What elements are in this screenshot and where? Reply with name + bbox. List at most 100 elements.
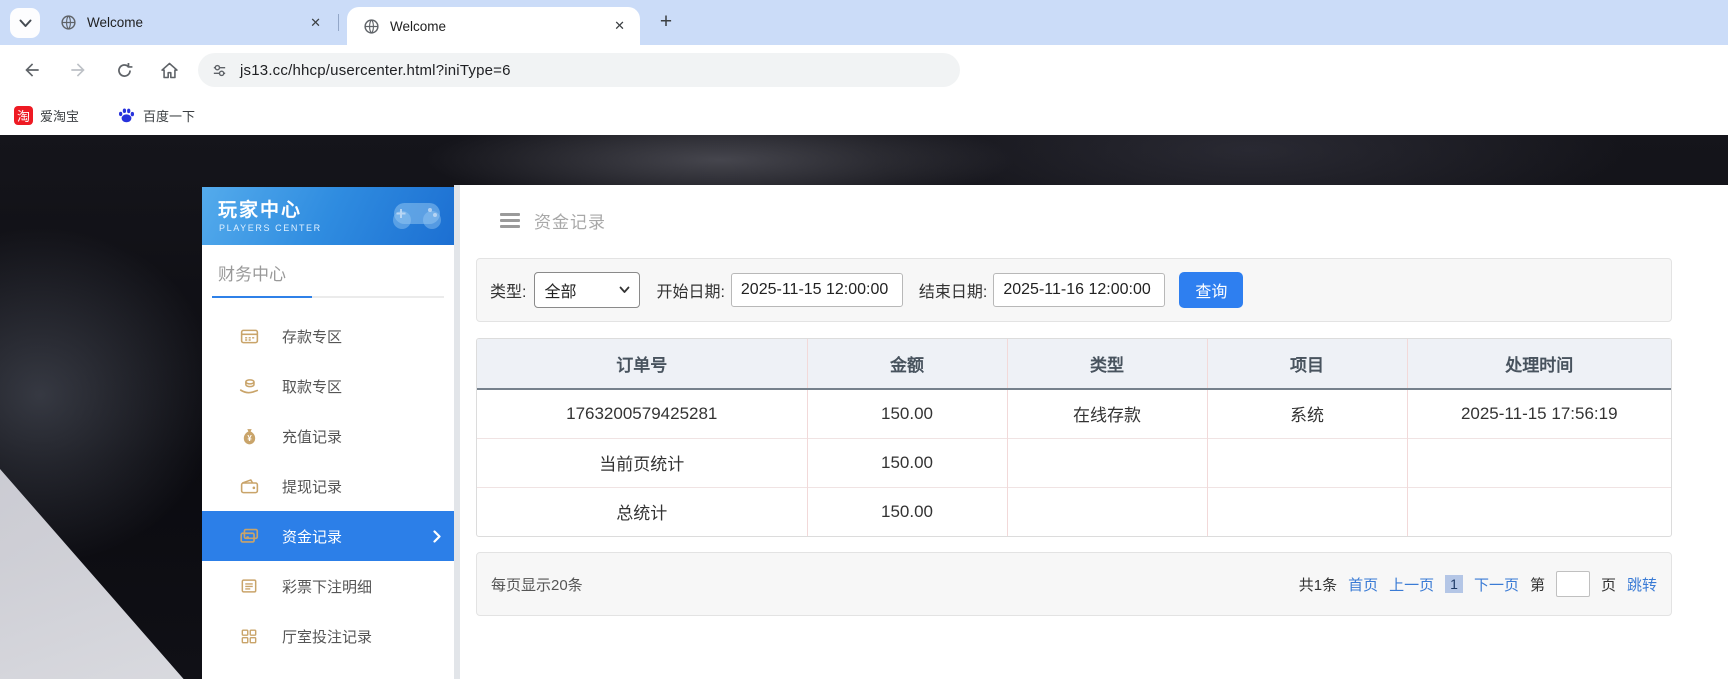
search-button[interactable]: 查询 [1179,272,1244,308]
chevron-down-icon [19,19,31,27]
cell-empty [1206,437,1407,487]
jump-label-pre: 第 [1529,576,1545,594]
current-page-number[interactable]: 1 [1445,575,1463,593]
total-count: 共1条 [1298,576,1338,594]
cell-order-no: 1763200579425281 [566,403,718,423]
end-date-label: 结束日期: [918,284,988,301]
cell-process-time: 2025-11-15 17:56:19 [1406,389,1671,438]
browser-toolbar: js13.cc/hhcp/usercenter.html?iniType=6 [0,45,1728,95]
cell-type: 在线存款 [1006,389,1207,438]
cell-empty [1006,437,1207,487]
chevron-down-icon [620,286,630,293]
sidebar-item-label: 存款专区 [282,328,343,346]
filter-panel: 类型: 全部 开始日期: 结束日期: 查询 [476,258,1672,322]
sidebar-item-recharge-records[interactable]: ¥ 充值记录 [202,411,454,461]
start-date-input[interactable] [730,273,903,307]
forward-icon[interactable] [66,58,90,82]
bookmark-label: 爱淘宝 [40,108,80,124]
pagination-bar: 每页显示20条 共1条 首页 上一页 1 下一页 第 页 跳转 [476,552,1672,616]
sidebar-item-deposit-zone[interactable]: 存款专区 [202,311,454,361]
page-number-input[interactable] [1555,571,1590,597]
start-date-label: 开始日期: [656,284,725,301]
sidebar-item-label: 彩票下注明细 [282,578,373,596]
next-page-link[interactable]: 下一页 [1474,574,1519,595]
baidu-paw-icon [117,106,136,125]
table-header-row: 订单号 金额 类型 项目 处理时间 [477,339,1671,390]
sidebar-item-withdraw-zone[interactable]: 取款专区 [202,361,454,411]
type-select[interactable]: 全部 [534,272,641,308]
pager-controls: 共1条 首页 上一页 1 下一页 第 页 跳转 [1299,571,1657,597]
bookmarks-bar: 淘 爱淘宝 百度一下 [0,95,1728,135]
first-page-link[interactable]: 首页 [1348,574,1378,595]
bet-list-icon [238,575,260,597]
bookmark-baidu[interactable]: 百度一下 [117,106,195,125]
tab-welcome-2-active[interactable]: Welcome ✕ [347,7,640,45]
sidebar-item-withdrawal-records[interactable]: 提现记录 [202,461,454,511]
gamepad-icon [386,195,448,242]
tab-search-button[interactable] [10,8,40,38]
table-row: 1763200579425281 150.00 在线存款 系统 2025-11-… [477,389,1671,438]
sidebar-item-label: 取款专区 [282,378,343,396]
tab-welcome-1[interactable]: Welcome ✕ [44,0,336,45]
bookmark-taobao[interactable]: 淘 爱淘宝 [14,105,80,125]
withdraw-hand-icon [238,375,260,397]
cell-empty [1206,486,1407,536]
col-order-no: 订单号 [477,339,807,390]
sidebar-item-label: 提现记录 [282,478,343,496]
cell-empty [1406,486,1671,536]
cell-amount: 150.00 [806,437,1007,487]
page-title: 资金记录 [534,213,606,232]
cell-amount: 150.00 [806,389,1007,438]
hamburger-icon[interactable] [500,213,520,228]
globe-icon [363,18,380,35]
url-text[interactable]: js13.cc/hhcp/usercenter.html?iniType=6 [240,62,511,79]
content-header: 资金记录 [460,185,1728,233]
webpage-background: 玩家中心 PLAYERS CENTER 财务中心 存款专区 取款专区 ¥ 充值记… [0,135,1728,679]
sidebar-item-label: 厅室投注记录 [282,628,373,646]
col-type: 类型 [1006,339,1207,390]
address-bar[interactable]: js13.cc/hhcp/usercenter.html?iniType=6 [198,53,960,87]
cell-label: 总统计 [477,486,807,536]
chevron-right-icon [433,530,441,547]
tab-strip: Welcome ✕ Welcome ✕ + [0,0,1728,45]
svg-text:¥: ¥ [247,433,252,442]
table-row-grand-total: 总统计 150.00 [477,486,1671,536]
section-underline [212,296,444,298]
type-select-value: 全部 [544,284,577,301]
close-icon[interactable]: ✕ [310,15,321,31]
home-icon[interactable] [157,58,181,82]
cell-empty [1406,437,1671,487]
back-icon[interactable] [20,58,44,82]
sidebar-section-title: 财务中心 [218,265,286,284]
sidebar-item-room-bet-records[interactable]: 厅室投注记录 [202,611,454,661]
sidebar-item-lottery-bet-details[interactable]: 彩票下注明细 [202,561,454,611]
cell-amount: 150.00 [806,486,1007,536]
deposit-machine-icon [238,325,260,347]
end-date-input[interactable] [993,273,1166,307]
globe-icon [60,14,77,31]
moneybag-icon: ¥ [238,425,260,447]
main-content: 资金记录 类型: 全部 开始日期: 结束日期: 查询 订单号 金额 类型 [454,185,1728,679]
fund-records-table: 订单号 金额 类型 项目 处理时间 1763200579425281 150.0… [476,338,1672,537]
bookmark-label: 百度一下 [143,108,196,124]
site-settings-icon[interactable] [211,62,228,79]
cell-project: 系统 [1206,389,1407,438]
type-label: 类型: [490,284,527,301]
jump-link[interactable]: 跳转 [1627,574,1657,595]
sidebar-menu: 存款专区 取款专区 ¥ 充值记录 提现记录 资金记录 彩票下注明细 厅室投注记录 [202,311,454,661]
jump-label-post: 页 [1600,576,1616,594]
player-center-sidebar: 玩家中心 PLAYERS CENTER 财务中心 存款专区 取款专区 ¥ 充值记… [202,187,454,679]
sidebar-item-label: 资金记录 [282,528,343,546]
per-page-text: 每页显示20条 [491,576,583,594]
taobao-icon: 淘 [14,105,33,125]
prev-page-link[interactable]: 上一页 [1389,574,1434,595]
sidebar-item-label: 充值记录 [282,428,343,446]
cell-label: 当前页统计 [477,437,807,487]
sidebar-item-fund-records[interactable]: 资金记录 [202,511,454,561]
close-icon[interactable]: ✕ [614,18,625,34]
sidebar-header: 玩家中心 PLAYERS CENTER [202,187,454,245]
reload-icon[interactable] [112,58,136,82]
cards-icon [238,525,260,547]
col-process-time: 处理时间 [1406,339,1671,390]
new-tab-button[interactable]: + [652,8,680,36]
